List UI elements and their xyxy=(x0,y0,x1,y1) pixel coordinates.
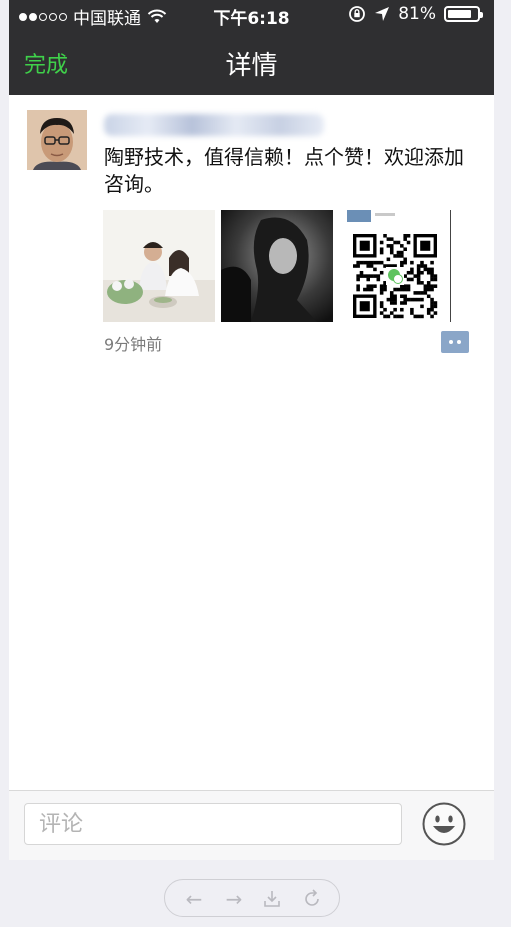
orientation-lock-icon xyxy=(349,6,366,22)
photo-couple[interactable] xyxy=(103,210,215,322)
location-arrow-icon xyxy=(375,7,390,21)
battery-fill xyxy=(448,10,471,18)
top-bar: 中国联通 下午6:18 81% 完成 详情 xyxy=(9,0,494,95)
download-icon[interactable] xyxy=(261,888,283,910)
nav-bar: 完成 详情 xyxy=(9,28,494,95)
avatar[interactable] xyxy=(27,110,87,170)
page-title: 详情 xyxy=(225,50,278,80)
photo-qr-code[interactable] xyxy=(339,210,451,322)
battery-percent: 81% xyxy=(398,4,436,24)
status-bar: 中国联通 下午6:18 81% xyxy=(9,0,494,29)
emoji-icon[interactable] xyxy=(422,802,466,846)
post-time: 9分钟前 xyxy=(104,335,163,354)
post-text: 陶野技术，值得信赖！点个赞！欢迎添加咨询。 xyxy=(104,147,464,196)
photo-woman-portrait[interactable] xyxy=(221,210,333,322)
forward-arrow-icon[interactable]: → xyxy=(223,888,245,910)
photo-grid xyxy=(103,210,463,322)
battery-icon xyxy=(444,6,483,22)
back-arrow-icon[interactable]: ← xyxy=(183,888,205,910)
refresh-icon[interactable] xyxy=(301,888,323,910)
wechat-detail-screen: 中国联通 下午6:18 81% 完成 详情 陶野技术，值得信赖！点个赞！欢迎添加… xyxy=(9,0,494,860)
author-name-blurred[interactable] xyxy=(104,114,324,136)
comment-bar: 评论 xyxy=(9,790,494,860)
comment-input[interactable]: 评论 xyxy=(24,803,402,845)
browser-toolbar: ← → xyxy=(164,879,340,917)
status-right: 81% xyxy=(348,4,483,24)
comment-more-icon[interactable] xyxy=(441,331,469,353)
